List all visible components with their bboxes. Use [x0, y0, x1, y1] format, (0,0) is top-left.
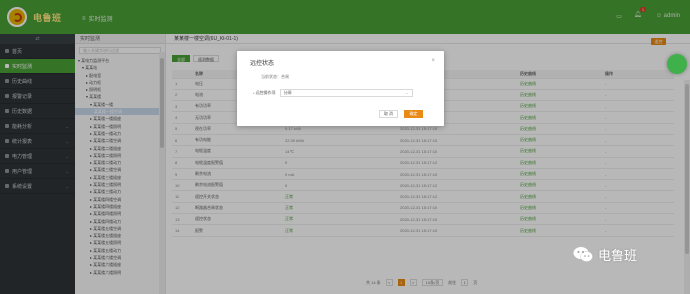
operation-field: * 远控操作项 分闸 ⌄ — [253, 89, 413, 97]
dialog-title: 远控状态 — [250, 61, 275, 67]
operation-select-value: 分闸 — [283, 90, 292, 95]
modal-mask-top — [0, 0, 690, 34]
chevron-down-icon: ⌄ — [405, 90, 409, 95]
close-icon[interactable]: × — [431, 58, 435, 64]
required-mark: * — [253, 90, 255, 96]
watermark: 电鲁班 — [573, 245, 637, 264]
operation-label: 远控操作项 — [255, 90, 276, 95]
dialog-buttons: 取 消 确定 — [379, 110, 423, 118]
floating-action-button[interactable] — [667, 54, 687, 74]
remote-control-dialog: 远控状态 × 当前状态：合闸 * 远控操作项 分闸 ⌄ 取 消 确定 — [237, 51, 444, 126]
cancel-button[interactable]: 取 消 — [379, 110, 398, 118]
watermark-text: 电鲁班 — [598, 249, 638, 264]
wechat-icon — [573, 247, 593, 262]
confirm-button[interactable]: 确定 — [404, 110, 423, 118]
current-state-text: 当前状态：合闸 — [261, 74, 289, 79]
operation-select[interactable]: 分闸 ⌄ — [279, 89, 413, 97]
